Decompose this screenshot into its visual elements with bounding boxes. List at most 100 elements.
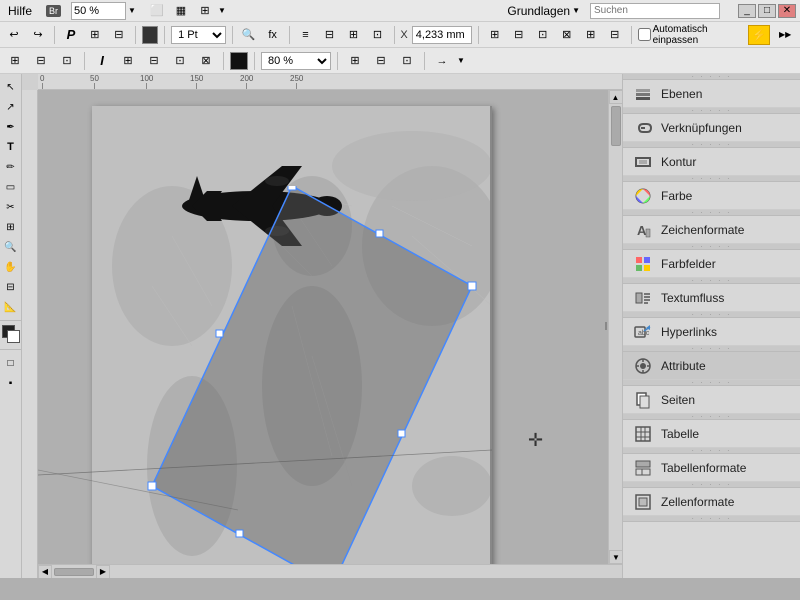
minimize-btn[interactable]: _ <box>738 4 756 18</box>
zoom-tool[interactable]: 🔍 <box>2 238 20 256</box>
tool3-btn[interactable]: ⊟ <box>109 25 129 45</box>
eyedropper-tool[interactable]: ⊟ <box>2 278 20 296</box>
panel-item-attribute[interactable]: Attribute <box>623 352 800 380</box>
sep3 <box>164 26 165 44</box>
view-spread-btn[interactable]: ▦ <box>170 1 192 21</box>
page <box>92 106 492 578</box>
search-input[interactable] <box>590 3 720 19</box>
t2-arrow-btn[interactable]: → <box>431 51 453 71</box>
ruler-mark-0: 0 <box>40 74 44 89</box>
more-btn[interactable]: ▶▶ <box>774 25 796 45</box>
panel-item-farbfelder[interactable]: Farbfelder <box>623 250 800 278</box>
t2-btn8[interactable]: ⊠ <box>195 51 217 71</box>
auto-fit-checkbox[interactable] <box>638 28 651 41</box>
align1-btn[interactable]: ≡ <box>296 25 316 45</box>
scissors-tool[interactable]: ✂ <box>2 198 20 216</box>
pt-select[interactable]: 1 Pt <box>171 26 226 44</box>
panel-item-seiten[interactable]: Seiten <box>623 386 800 414</box>
frame6-btn[interactable]: ⊟ <box>605 25 625 45</box>
x-input[interactable] <box>412 26 472 44</box>
panel-item-textumfluss[interactable]: Textumfluss <box>623 284 800 312</box>
ruler-corner <box>22 74 38 90</box>
auto-fit-label[interactable]: Automatisch einpassen <box>638 24 745 46</box>
lightning-btn[interactable]: ⚡ <box>748 25 770 45</box>
align3-btn[interactable]: ⊞ <box>344 25 364 45</box>
view-preview-btn[interactable]: ⊞ <box>194 1 216 21</box>
page-canvas: ✛ <box>38 90 622 578</box>
t2-sep2 <box>223 52 224 70</box>
panel-item-hyperlinks[interactable]: abc Hyperlinks <box>623 318 800 346</box>
fill-stroke-indicator[interactable] <box>2 325 20 343</box>
frame4-btn[interactable]: ⊠ <box>557 25 577 45</box>
t2-btn6[interactable]: ⊟ <box>143 51 165 71</box>
scroll-up-btn[interactable]: ▲ <box>609 90 623 104</box>
scroll-right-btn[interactable]: ▶ <box>96 565 110 579</box>
cell-style-icon <box>633 492 653 512</box>
frame1-btn[interactable]: ⊞ <box>485 25 505 45</box>
scroll-down-btn[interactable]: ▼ <box>609 550 622 564</box>
mode-preview[interactable]: ▪ <box>2 374 20 392</box>
scroll-thumb[interactable] <box>611 106 621 146</box>
text-tool[interactable]: T <box>2 138 20 156</box>
menu-hilfe[interactable]: Hilfe <box>4 2 36 20</box>
free-tool[interactable]: ⊞ <box>2 218 20 236</box>
hscroll-thumb[interactable] <box>54 568 94 576</box>
t2-btn3[interactable]: ⊡ <box>56 51 78 71</box>
panel-item-ebenen[interactable]: Ebenen <box>623 80 800 108</box>
t2-btn7[interactable]: ⊡ <box>169 51 191 71</box>
horizontal-scrollbar: ◀ ▶ <box>38 564 622 578</box>
mode-normal[interactable]: □ <box>2 354 20 372</box>
direct-select-tool[interactable]: ↗ <box>2 98 20 116</box>
vertical-scrollbar: ▲ ▼ <box>608 90 622 564</box>
layers-icon <box>633 84 653 104</box>
tool2-btn[interactable]: ⊞ <box>85 25 105 45</box>
fill-pct-select[interactable]: 80 % <box>261 52 331 70</box>
maximize-btn[interactable]: □ <box>758 4 776 18</box>
panel-item-verknuepfungen[interactable]: Verknüpfungen <box>623 114 800 142</box>
panel-item-zellenformate[interactable]: Zellenformate <box>623 488 800 516</box>
panel-item-farbe[interactable]: Farbe <box>623 182 800 210</box>
frame3-btn[interactable]: ⊡ <box>533 25 553 45</box>
t2-align2-btn[interactable]: ⊟ <box>370 51 392 71</box>
hand-tool[interactable]: ✋ <box>2 258 20 276</box>
frame5-btn[interactable]: ⊞ <box>581 25 601 45</box>
fx-btn[interactable]: fx <box>263 25 283 45</box>
tool1-btn[interactable]: P <box>61 25 81 45</box>
shape-tool[interactable]: ▭ <box>2 178 20 196</box>
pen-tool[interactable]: ✒ <box>2 118 20 136</box>
ruler-mark-100: 100 <box>140 74 153 89</box>
page-right-border <box>490 106 492 578</box>
close-btn[interactable]: ✕ <box>778 4 796 18</box>
t2-btn2[interactable]: ⊟ <box>30 51 52 71</box>
measure-tool[interactable]: 📐 <box>2 298 20 316</box>
canvas-area[interactable]: 0 50 100 150 200 <box>22 74 622 578</box>
svg-text:A: A <box>637 223 647 238</box>
zoom-in-btn[interactable]: 🔍 <box>239 25 259 45</box>
t2-btn5[interactable]: ⊞ <box>117 51 139 71</box>
right-panel: · · · · · Ebenen · · · · · Verknüpfungen… <box>622 74 800 578</box>
panel-item-kontur[interactable]: Kontur <box>623 148 800 176</box>
align4-btn[interactable]: ⊡ <box>368 25 388 45</box>
panel-item-tabellenformate[interactable]: Tabellenformate <box>623 454 800 482</box>
align2-btn[interactable]: ⊟ <box>320 25 340 45</box>
panel-item-tabelle[interactable]: Tabelle <box>623 420 800 448</box>
redo-btn[interactable]: ↪ <box>28 25 48 45</box>
panel-zellenformate-label: Zellenformate <box>661 495 734 509</box>
scroll-left-btn[interactable]: ◀ <box>38 565 52 579</box>
t2-align3-btn[interactable]: ⊡ <box>396 51 418 71</box>
select-tool[interactable]: ↖ <box>2 78 20 96</box>
stroke-color-swatch[interactable] <box>142 26 158 44</box>
undo-btn[interactable]: ↩ <box>4 25 24 45</box>
ruler-mark-250: 250 <box>290 74 303 89</box>
zoom-select[interactable] <box>71 2 126 20</box>
t2-italic-btn[interactable]: I <box>91 51 113 71</box>
t2-btn1[interactable]: ⊞ <box>4 51 26 71</box>
pencil-tool[interactable]: ✏ <box>2 158 20 176</box>
t2-sep3 <box>254 52 255 70</box>
fill-color-swatch[interactable] <box>230 52 248 70</box>
panel-item-zeichenformate[interactable]: A Zeichenformate <box>623 216 800 244</box>
t2-align1-btn[interactable]: ⊞ <box>344 51 366 71</box>
stroke-icon <box>633 152 653 172</box>
frame2-btn[interactable]: ⊟ <box>509 25 529 45</box>
view-normal-btn[interactable]: ⬜ <box>146 1 168 21</box>
